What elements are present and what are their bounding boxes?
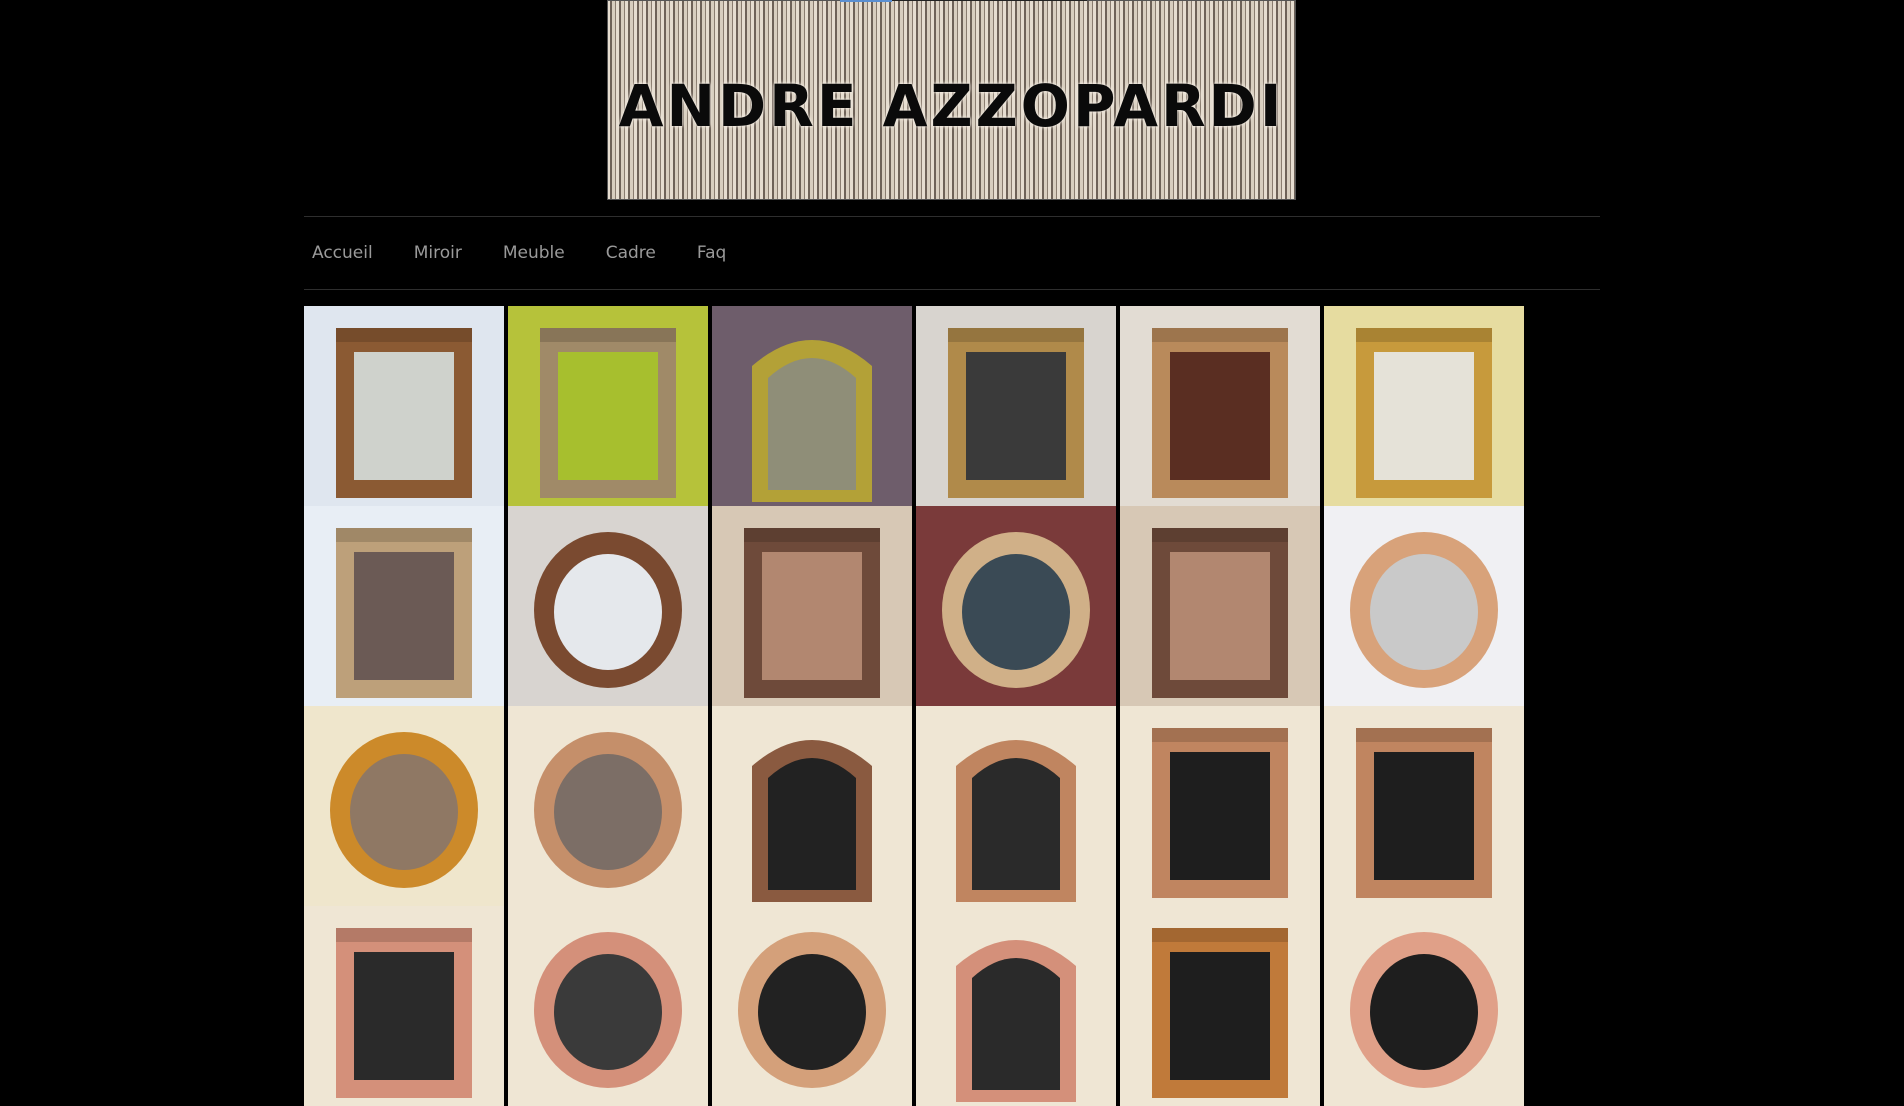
- gallery-thumbnail[interactable]: [1324, 706, 1524, 906]
- mirror-photo: [712, 306, 912, 506]
- mirror-photo: [1324, 506, 1524, 706]
- banner-title: ANDRE AZZOPARDI: [618, 72, 1285, 140]
- gallery-thumbnail[interactable]: [916, 706, 1116, 906]
- gallery-thumbnail[interactable]: [916, 306, 1116, 506]
- mirror-photo: [916, 306, 1116, 506]
- gallery-thumbnail[interactable]: [1120, 706, 1320, 906]
- gallery-thumbnail[interactable]: [304, 306, 504, 506]
- mirror-photo: [712, 706, 912, 906]
- mirror-photo: [508, 706, 708, 906]
- mirror-photo: [508, 906, 708, 1106]
- nav-item-faq[interactable]: Faq: [697, 243, 726, 263]
- gallery-thumbnail[interactable]: [508, 306, 708, 506]
- gallery-thumbnail[interactable]: [304, 906, 504, 1106]
- mirror-photo: [916, 906, 1116, 1106]
- mirror-photo: [712, 906, 912, 1106]
- site-banner[interactable]: ANDRE AZZOPARDI: [607, 0, 1296, 200]
- mirror-photo: [508, 506, 708, 706]
- mirror-photo: [1324, 906, 1524, 1106]
- mirror-photo: [1120, 506, 1320, 706]
- mirror-photo: [1324, 306, 1524, 506]
- gallery-thumbnail[interactable]: [1120, 306, 1320, 506]
- main-nav: Accueil Miroir Meuble Cadre Faq: [304, 217, 1600, 289]
- nav-item-cadre[interactable]: Cadre: [606, 243, 656, 263]
- mirror-photo: [1120, 906, 1320, 1106]
- gallery-thumbnail[interactable]: [916, 506, 1116, 706]
- nav-item-miroir[interactable]: Miroir: [414, 243, 462, 263]
- gallery-thumbnail[interactable]: [712, 306, 912, 506]
- nav-item-accueil[interactable]: Accueil: [312, 243, 373, 263]
- gallery-thumbnail[interactable]: [712, 706, 912, 906]
- mirror-photo: [304, 706, 504, 906]
- mirror-photo: [304, 506, 504, 706]
- gallery-thumbnail[interactable]: [916, 906, 1116, 1106]
- gallery-thumbnail[interactable]: [1120, 906, 1320, 1106]
- gallery-grid: [304, 306, 1524, 1106]
- gallery-thumbnail[interactable]: [508, 706, 708, 906]
- mirror-photo: [916, 506, 1116, 706]
- mirror-photo: [1120, 706, 1320, 906]
- gallery-thumbnail[interactable]: [1324, 306, 1524, 506]
- mirror-photo: [508, 306, 708, 506]
- mirror-photo: [304, 906, 504, 1106]
- gallery-thumbnail[interactable]: [508, 906, 708, 1106]
- gallery-thumbnail[interactable]: [1324, 906, 1524, 1106]
- gallery-thumbnail[interactable]: [1120, 506, 1320, 706]
- gallery-thumbnail[interactable]: [712, 506, 912, 706]
- gallery-thumbnail[interactable]: [508, 506, 708, 706]
- gallery-thumbnail[interactable]: [712, 906, 912, 1106]
- mirror-photo: [916, 706, 1116, 906]
- nav-item-meuble[interactable]: Meuble: [503, 243, 565, 263]
- gallery-thumbnail[interactable]: [304, 506, 504, 706]
- mirror-photo: [1120, 306, 1320, 506]
- text-selection-highlight: [840, 0, 892, 2]
- nav-bottom-divider: [304, 289, 1600, 290]
- gallery-thumbnail[interactable]: [1324, 506, 1524, 706]
- mirror-photo: [1324, 706, 1524, 906]
- mirror-photo: [304, 306, 504, 506]
- banner-top-line: [892, 0, 1087, 1]
- gallery-thumbnail[interactable]: [304, 706, 504, 906]
- mirror-photo: [712, 506, 912, 706]
